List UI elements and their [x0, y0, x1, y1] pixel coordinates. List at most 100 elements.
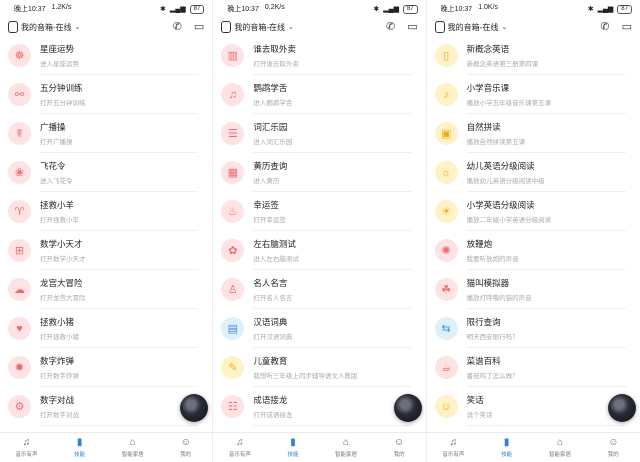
skill-icon: ⊞ — [8, 239, 31, 262]
skill-subtitle: 进入词汇乐园 — [253, 139, 293, 146]
network-speed: 0.2K/s — [264, 4, 285, 11]
bottom-tab-bar: ♫ 音乐有声 ▮ 技能 ⌂ 智能家居 ☺ 我的 — [0, 432, 213, 462]
status-bar: 晚上10:37 1.0K/s ✱ ▂▄▆ 87 — [427, 2, 640, 16]
skill-title: 黄历查询 — [253, 161, 288, 171]
skill-item[interactable]: ▤ 汉语词典 打开汉语词典 — [213, 309, 425, 348]
skill-item[interactable]: ♙ 名人名言 打开名人名言 — [213, 270, 425, 309]
phone-icon[interactable]: ✆ — [386, 21, 395, 33]
skill-item[interactable]: ☀ 小学英语分级阅读 播放二年级小学英语分级阅读 — [427, 192, 640, 231]
tab-music[interactable]: ♫ 音乐有声 — [213, 433, 266, 462]
skill-item[interactable]: ☕ 菜谱百科 番茄鸡丁怎么做？ — [427, 348, 640, 387]
message-icon[interactable]: ▭ — [194, 21, 204, 33]
skill-subtitle: 播放打呼噜的猫的声音 — [466, 295, 532, 302]
device-selector[interactable]: 我的音箱-在线 — [448, 22, 499, 33]
skill-text: 龙宫大冒险 打开龙宫大冒险 — [40, 277, 86, 302]
floating-assistant-button[interactable] — [393, 394, 422, 422]
skill-title: 鹦鹉学舌 — [253, 83, 288, 93]
chevron-down-icon[interactable]: ⌄ — [501, 23, 507, 31]
tab-label: 音乐有声 — [15, 452, 38, 458]
phone-icon[interactable]: ✆ — [173, 21, 182, 33]
skill-icon: ✺ — [434, 239, 458, 262]
tab-skills[interactable]: ▮ 技能 — [480, 433, 533, 462]
skill-icon: ▤ — [221, 317, 245, 340]
skill-icon: ☼ — [434, 161, 458, 184]
skill-title: 放鞭炮 — [466, 239, 493, 249]
skill-item[interactable]: ♈ 拯救小羊 打开拯救小羊 — [0, 192, 212, 231]
device-selector[interactable]: 我的音箱-在线 — [21, 22, 72, 33]
tab-smarthome[interactable]: ⌂ 智能家居 — [319, 433, 372, 462]
skill-item[interactable]: ❀ 飞花令 进入飞花令 — [0, 153, 212, 192]
skill-item[interactable]: ♪ 小学音乐课 播放小学五年级音乐课第五课 — [427, 75, 640, 114]
skill-item[interactable]: ☁ 龙宫大冒险 打开龙宫大冒险 — [0, 270, 212, 309]
status-bar: 晚上10:37 0.2K/s ✱ ▂▄▆ 87 — [213, 2, 425, 16]
skill-subtitle: 我要听放炮的声音 — [466, 256, 519, 263]
skill-subtitle: 进入星座运势 — [40, 61, 79, 68]
skill-item[interactable]: ☘ 猫叫模拟器 播放打呼噜的猫的声音 — [427, 270, 640, 309]
skill-item[interactable]: ▣ 自然拼读 播放自然拼读第五课 — [427, 114, 640, 153]
tab-smarthome[interactable]: ⌂ 智能家居 — [533, 433, 586, 462]
clock-time: 晚上10:37 — [440, 6, 473, 13]
skill-icon: ♪ — [434, 83, 458, 106]
skill-subtitle: 打开数字对战 — [40, 412, 79, 419]
skill-item[interactable]: ⇆ 限行查询 明天西安限行吗？ — [427, 309, 640, 348]
skill-item[interactable]: ✹ 数字炸弹 打开数字炸弹 — [0, 348, 212, 387]
battery-indicator: 87 — [617, 4, 632, 14]
skill-subtitle: 打开龙宫大冒险 — [40, 295, 86, 302]
skill-subtitle: 打开数字炸弹 — [40, 373, 79, 380]
speaker-icon — [8, 21, 18, 33]
skill-text: 限行查询 明天西安限行吗？ — [467, 316, 519, 341]
skill-subtitle: 明天西安限行吗？ — [466, 334, 519, 341]
chevron-down-icon[interactable]: ⌄ — [75, 23, 81, 31]
skill-item[interactable]: ✿ 左右脑测试 进入左右脑测试 — [213, 231, 425, 270]
tab-me[interactable]: ☺ 我的 — [373, 433, 426, 462]
skill-title: 数字炸弹 — [40, 356, 75, 366]
message-icon[interactable]: ▭ — [407, 21, 417, 33]
device-selector[interactable]: 我的音箱-在线 — [234, 22, 285, 33]
skill-icon: ▯ — [434, 44, 458, 67]
skill-item[interactable]: ☤ 广播操 打开广播操 — [0, 114, 212, 153]
skill-subtitle: 番茄鸡丁怎么做？ — [466, 373, 519, 380]
skill-item[interactable]: ☼ 幼儿英语分级阅读 播放幼儿英语分级阅读中级 — [427, 153, 640, 192]
tab-smarthome[interactable]: ⌂ 智能家居 — [106, 433, 159, 462]
skill-text: 词汇乐园 进入词汇乐园 — [253, 121, 292, 146]
user-icon: ☺ — [180, 437, 191, 448]
phone-screen: 晚上10:37 0.2K/s ✱ ▂▄▆ 87 我的音箱-在线 ⌄ ✆ ▭ ▥ 谁去取外卖 打开谁去取… — [213, 0, 427, 462]
skill-icon: ✿ — [221, 239, 245, 262]
skill-list: ▯ 新概念英语 新概念英语第三册第四课 ♪ 小学音乐课 播放小学五年级音乐课第五课 ▣ 自然拼… — [427, 36, 640, 426]
skill-title: 数学小天才 — [40, 239, 83, 249]
tab-label: 智能家居 — [121, 452, 144, 458]
skill-text: 汉语词典 打开汉语词典 — [253, 316, 292, 341]
message-icon[interactable]: ▭ — [622, 21, 632, 33]
tab-me[interactable]: ☺ 我的 — [587, 433, 640, 462]
tab-me[interactable]: ☺ 我的 — [159, 433, 212, 462]
skill-item[interactable]: ▥ 谁去取外卖 打开谁去取外卖 — [213, 36, 425, 75]
skill-icon: ▥ — [221, 44, 245, 67]
skill-text: 名人名言 打开名人名言 — [253, 277, 292, 302]
skill-title: 星座运势 — [40, 44, 75, 54]
network-speed: 1.2K/s — [51, 4, 72, 11]
phone-icon[interactable]: ✆ — [600, 21, 609, 33]
skill-subtitle: 播放自然拼读第五课 — [466, 139, 526, 146]
tab-music[interactable]: ♫ 音乐有声 — [0, 433, 53, 462]
bluetooth-icon: ✱ — [587, 6, 594, 13]
skill-item[interactable]: ▯ 新概念英语 新概念英语第三册第四课 — [427, 36, 640, 75]
skill-icon: ☁ — [8, 278, 31, 301]
skill-title: 笑话 — [466, 395, 484, 405]
skill-item[interactable]: ▦ 黄历查询 进入黄历 — [213, 153, 425, 192]
tab-music[interactable]: ♫ 音乐有声 — [427, 433, 480, 462]
skill-item[interactable]: ⚯ 五分钟训练 打开五分钟训练 — [0, 75, 212, 114]
skill-item[interactable]: ♥ 拯救小猪 打开拯救小猪 — [0, 309, 212, 348]
skill-item[interactable]: ✎ 儿童教育 我想听三年级上同步辅导语文人教版 — [213, 348, 425, 387]
skill-item[interactable]: ☸ 星座运势 进入星座运势 — [0, 36, 212, 75]
tab-skills[interactable]: ▮ 技能 — [266, 433, 319, 462]
chevron-down-icon[interactable]: ⌄ — [288, 23, 294, 31]
skill-subtitle: 打开汉语词典 — [253, 334, 293, 341]
floating-assistant-button[interactable] — [607, 394, 636, 422]
skill-item[interactable]: ♫ 鹦鹉学舌 进入鹦鹉学舌 — [213, 75, 425, 114]
tab-skills[interactable]: ▮ 技能 — [53, 433, 106, 462]
skill-item[interactable]: ☰ 词汇乐园 进入词汇乐园 — [213, 114, 425, 153]
skill-item[interactable]: ♨ 幸运签 打开幸运签 — [213, 192, 425, 231]
skill-item[interactable]: ✺ 放鞭炮我要听放炮的声音 — [427, 231, 640, 270]
skill-item[interactable]: ⊞ 数学小天才 打开数学小天才 — [0, 231, 212, 270]
home-icon: ⌂ — [556, 437, 563, 448]
